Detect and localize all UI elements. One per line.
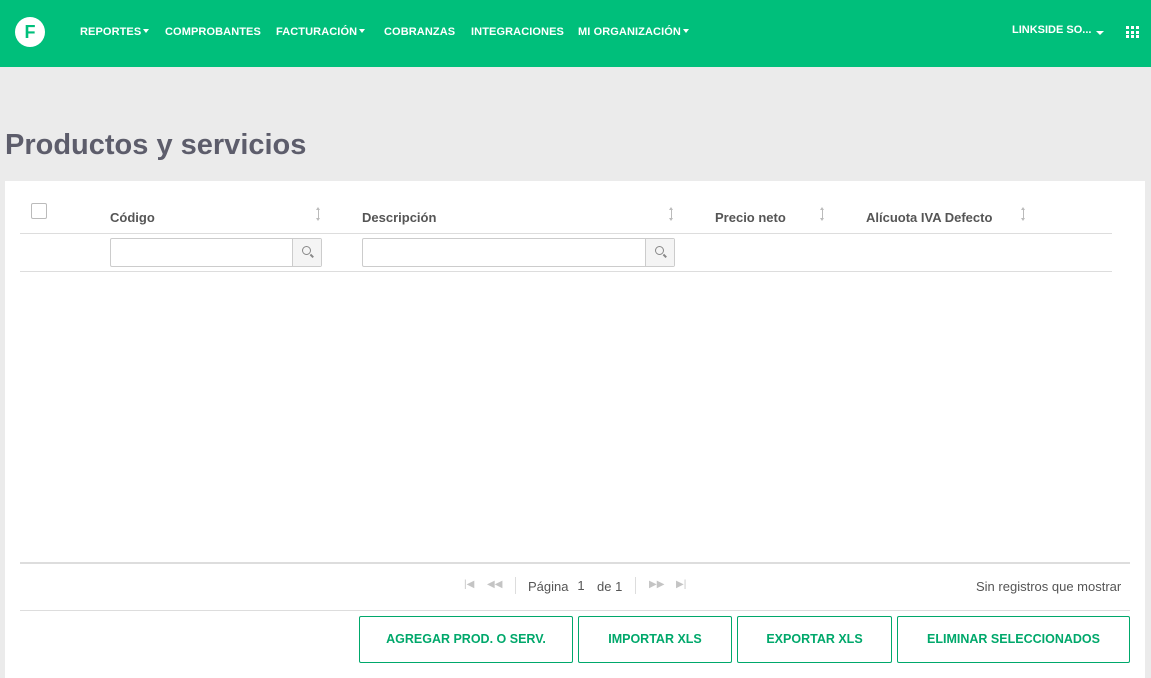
page-title: Productos y servicios — [5, 129, 307, 161]
import-xls-button[interactable]: IMPORTAR XLS — [578, 616, 732, 663]
pager-total-pages: de 1 — [597, 579, 623, 594]
filter-divider — [20, 271, 1112, 272]
nav-mi-organizacion-label: MI ORGANIZACIÓN — [578, 26, 681, 38]
pager-page-label: Página — [528, 579, 569, 594]
empty-records-message: Sin registros que mostrar — [976, 579, 1122, 594]
column-header-codigo[interactable]: Código — [110, 210, 155, 225]
sort-icon[interactable] — [1021, 207, 1027, 221]
add-product-button[interactable]: AGREGAR PROD. O SERV. — [359, 616, 573, 663]
app-logo[interactable]: F — [15, 17, 45, 47]
user-menu[interactable]: LINKSIDE SO... — [1012, 24, 1091, 36]
nav-integraciones[interactable]: INTEGRACIONES — [471, 25, 564, 39]
previous-page-icon[interactable]: ◀◀ — [487, 580, 502, 590]
nav-facturacion-label: FACTURACIÓN — [276, 26, 358, 38]
caret-down-icon — [143, 29, 150, 34]
last-page-icon[interactable]: ▶| — [676, 580, 686, 590]
descripcion-filter — [362, 238, 675, 267]
user-menu-caret-icon[interactable] — [1096, 31, 1104, 35]
nav-integraciones-label: INTEGRACIONES — [471, 26, 564, 38]
nav-facturacion[interactable]: FACTURACIÓN — [276, 25, 366, 39]
nav-cobranzas-label: COBRANZAS — [384, 26, 456, 38]
first-page-icon[interactable]: |◀ — [464, 580, 474, 590]
descripcion-search-button[interactable] — [645, 239, 674, 266]
column-header-precio-neto[interactable]: Precio neto — [715, 210, 786, 225]
grid-bottom-border — [20, 562, 1130, 564]
nav-comprobantes[interactable]: COMPROBANTES — [165, 25, 261, 39]
export-xls-button[interactable]: EXPORTAR XLS — [737, 616, 892, 663]
sort-icon[interactable] — [316, 207, 322, 221]
sort-icon[interactable] — [820, 207, 826, 221]
sort-icon[interactable] — [669, 207, 675, 221]
top-navbar: F REPORTES COMPROBANTES FACTURACIÓN COBR… — [0, 0, 1151, 67]
next-page-icon[interactable]: ▶▶ — [649, 580, 664, 590]
codigo-filter-input[interactable] — [111, 239, 293, 266]
column-header-alicuota-iva[interactable]: Alícuota IVA Defecto — [866, 210, 992, 225]
current-page-input[interactable]: 1 — [573, 578, 589, 594]
pager-divider — [20, 610, 1130, 611]
pager-separator — [515, 577, 516, 594]
nav-reportes-label: REPORTES — [80, 26, 142, 38]
pager-separator — [635, 577, 636, 594]
codigo-filter — [110, 238, 322, 267]
select-all-checkbox[interactable] — [31, 203, 47, 219]
descripcion-filter-input[interactable] — [363, 239, 646, 266]
nav-reportes[interactable]: REPORTES — [80, 25, 150, 39]
codigo-search-button[interactable] — [292, 239, 321, 266]
caret-down-icon — [359, 29, 366, 34]
nav-comprobantes-label: COMPROBANTES — [165, 26, 261, 38]
grid-icon[interactable] — [1126, 26, 1139, 38]
header-divider — [20, 233, 1112, 234]
nav-mi-organizacion[interactable]: MI ORGANIZACIÓN — [578, 25, 689, 39]
nav-cobranzas[interactable]: COBRANZAS — [384, 25, 455, 39]
delete-selected-button[interactable]: ELIMINAR SELECCIONADOS — [897, 616, 1130, 663]
column-header-descripcion[interactable]: Descripción — [362, 210, 436, 225]
search-icon — [655, 246, 664, 255]
search-icon — [302, 246, 311, 255]
caret-down-icon — [682, 29, 689, 34]
